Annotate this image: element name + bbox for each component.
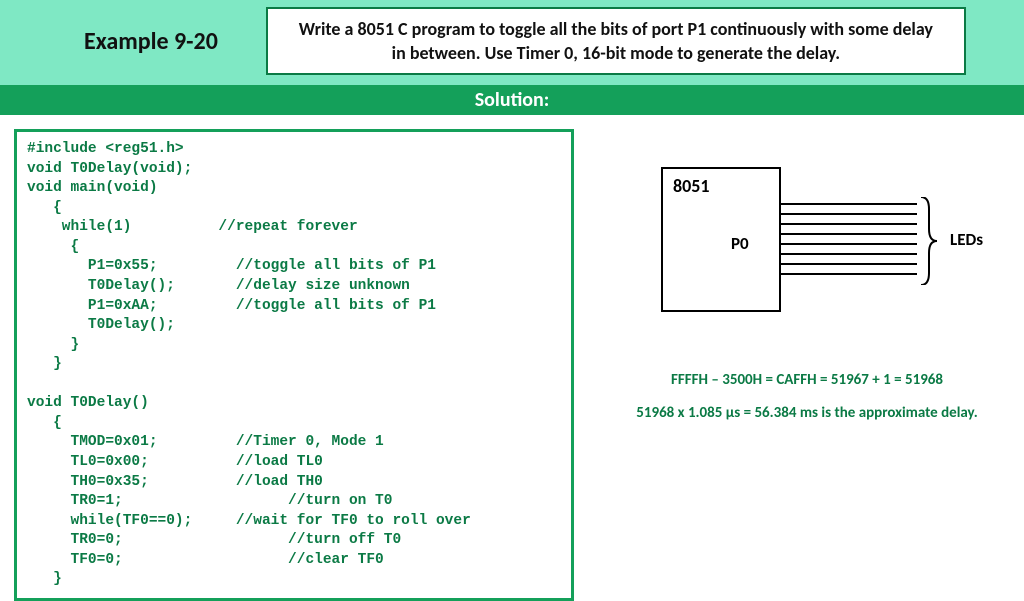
problem-statement: Write a 8051 C program to toggle all the… (266, 7, 966, 76)
calc-line-2: 51968 x 1.085 µs = 56.384 ms is the appr… (636, 397, 977, 430)
wire (781, 263, 917, 265)
wire (781, 203, 917, 205)
wire (781, 233, 917, 235)
wire-group (781, 203, 917, 283)
wire (781, 273, 917, 275)
leds-label: LEDs (950, 229, 983, 250)
circuit-diagram: 8051 P0 LEDs (627, 157, 987, 322)
code-listing: #include <reg51.h> void T0Delay(void); v… (14, 129, 574, 601)
wire (781, 223, 917, 225)
content-area: #include <reg51.h> void T0Delay(void); v… (0, 115, 1024, 601)
wire (781, 253, 917, 255)
header-band: Example 9-20 Write a 8051 C program to t… (0, 0, 1024, 82)
solution-bar: Solution: (0, 82, 1024, 115)
calculation-text: FFFFH – 3500H = CAFFH = 51967 + 1 = 5196… (636, 364, 977, 430)
wire (781, 213, 917, 215)
brace-icon (919, 197, 939, 285)
calc-line-1: FFFFH – 3500H = CAFFH = 51967 + 1 = 5196… (636, 364, 977, 397)
right-column: 8051 P0 LEDs FFFFH – 3500H = CAFFH = 519… (604, 129, 1010, 601)
example-number: Example 9-20 (84, 27, 218, 56)
wire (781, 243, 917, 245)
chip-label: 8051 (673, 175, 710, 197)
port-label: P0 (731, 233, 749, 254)
